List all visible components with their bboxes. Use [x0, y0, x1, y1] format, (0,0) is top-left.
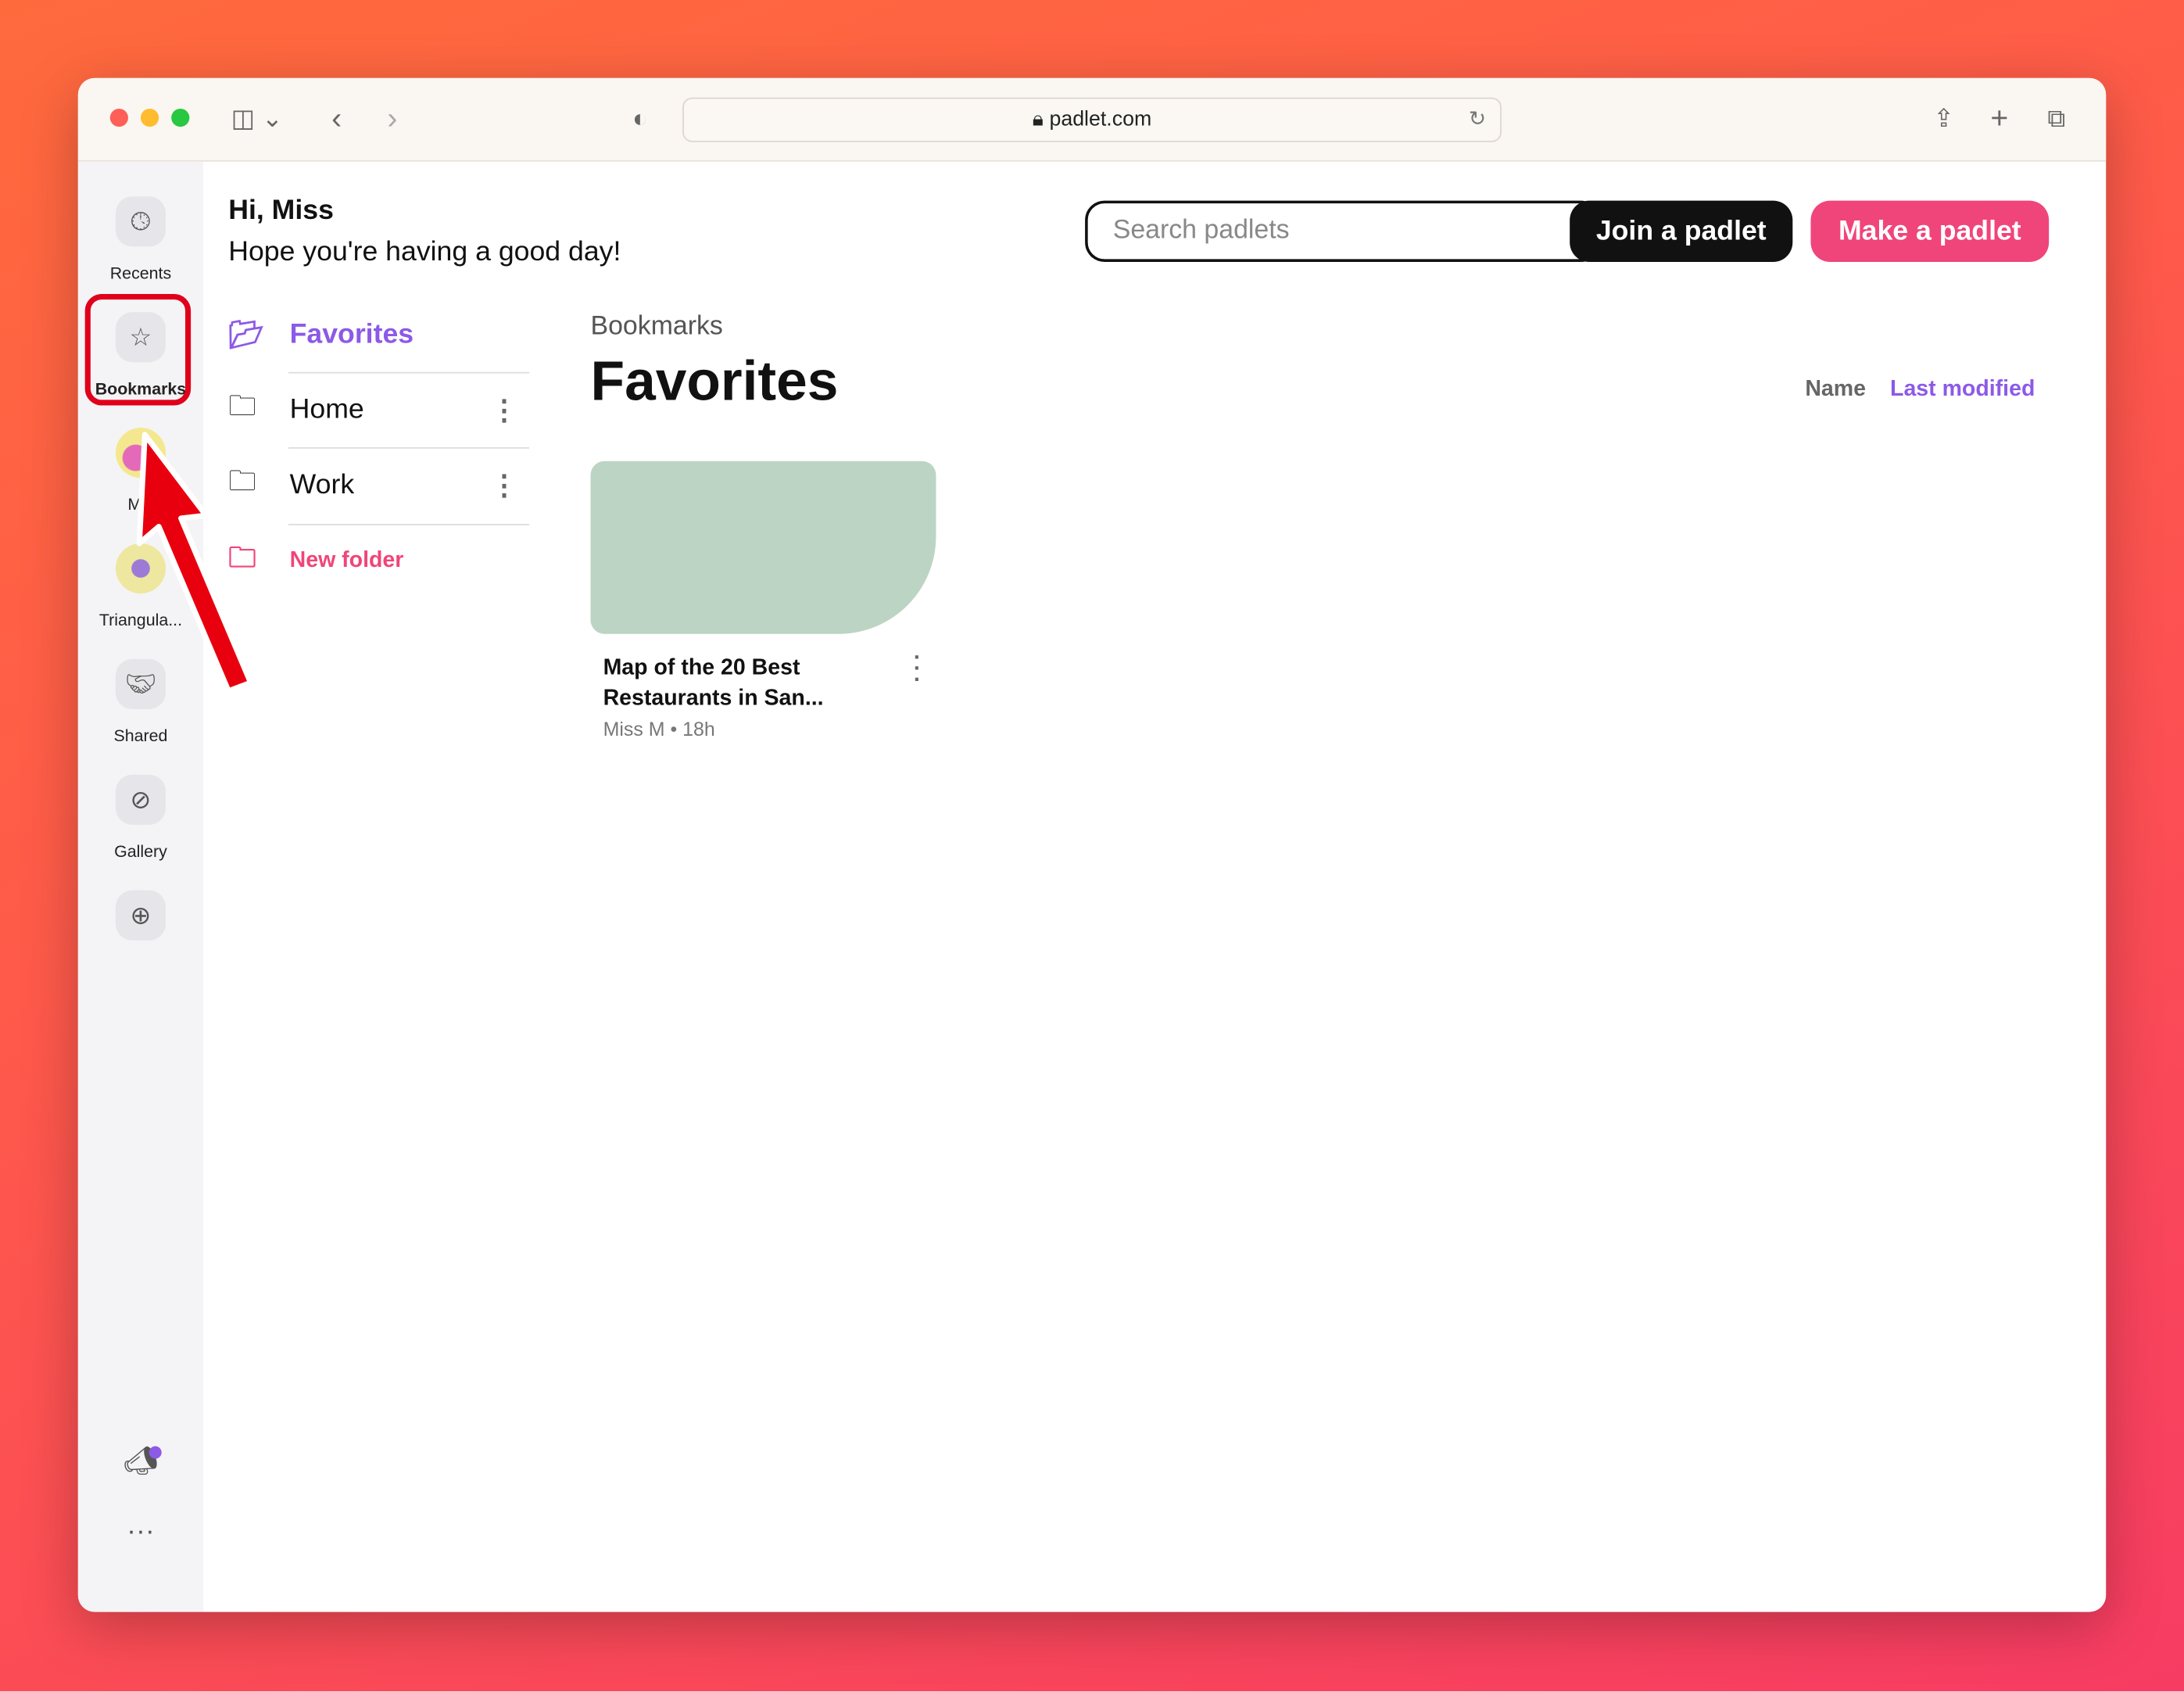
- screenshot-background: ◫ ⌄ ‹ › ◐ 🔒︎ padlet.com ↻ ⇪ + ⧉ 🕓︎ Recents…: [0, 0, 2184, 1692]
- annotation-arrow: [136, 432, 254, 694]
